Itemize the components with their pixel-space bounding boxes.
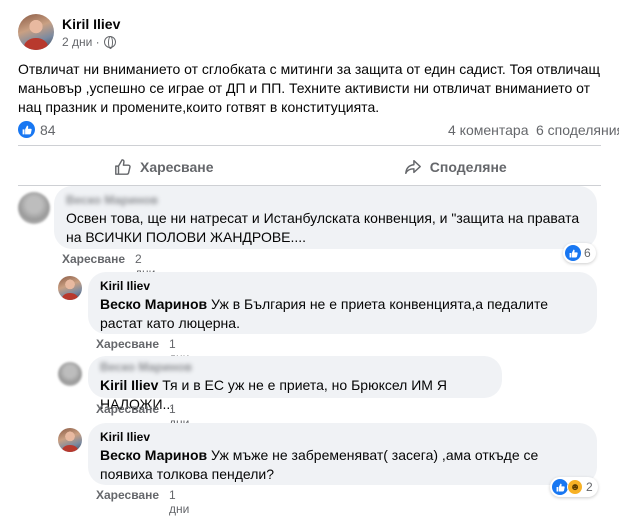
comment-bubble: Kiril Iliev Веско Маринов Уж в България … [88,272,597,334]
author-name[interactable]: Kiril Iliev [62,16,120,32]
haha-reaction-icon: ☻ [567,479,583,495]
comment-bubble: Kiril Iliev Веско Маринов Уж мъже не заб… [88,423,597,485]
reaction-summary[interactable]: 84 [18,121,56,138]
reaction-count: 84 [40,121,56,138]
commenter-name[interactable]: Kiril Iliev [100,279,585,293]
mention-tag[interactable]: Kiril Iliev [100,377,158,393]
commenter-name[interactable]: Веско Маринов [100,360,490,374]
like-reaction-icon [565,245,581,261]
post-time[interactable]: 2 дни · [62,35,100,49]
share-button[interactable]: Споделяне [310,151,602,183]
mention-tag[interactable]: Веско Маринов [100,296,207,312]
comment-text: Веско Маринов Уж в България не е приета … [100,295,585,333]
commenter-avatar[interactable] [58,428,82,452]
shares-count[interactable]: 6 споделяния [536,122,619,138]
comment-text: Освен това, ще ни натресат и Истанбулска… [66,210,580,245]
comment-text: Веско Маринов Уж мъже не забременяват( з… [100,446,585,484]
mention-tag[interactable]: Веско Маринов [100,447,207,463]
share-arrow-icon [404,159,421,175]
post-header: Kiril Iliev 2 дни · [18,12,120,52]
comments-count[interactable]: 4 коментара [448,122,529,138]
comment-bubble: Веско Маринов Освен това, ще ни натресат… [54,186,597,249]
commenter-avatar[interactable] [58,276,82,300]
facebook-post: Kiril Iliev 2 дни · Отвличат ни внимание… [0,0,619,532]
divider [18,145,601,146]
reaction-count: 2 [586,480,593,494]
post-text: Отвличат ни вниманието от сглобката с ми… [18,61,600,115]
reaction-count: 6 [584,246,591,260]
like-reaction-icon [18,121,35,138]
commenter-avatar[interactable] [58,362,82,386]
author-info: Kiril Iliev 2 дни · [62,16,120,49]
comment-reactions[interactable]: ☻ 2 [550,477,598,497]
comment-reactions[interactable]: 6 [563,243,596,263]
like-button[interactable]: Харесване [18,151,310,183]
comment-footer: Харесване 1 дни [96,488,189,516]
post-actions: Харесване Споделяне [18,151,601,183]
thumbs-up-icon [115,159,131,175]
author-avatar[interactable] [18,14,54,50]
comment-time[interactable]: 1 дни [169,488,189,516]
post-meta: 2 дни · [62,35,120,49]
comment-bubble: Веско Маринов Kiril Iliev Тя и в ЕС уж н… [88,356,502,412]
comment-like-link[interactable]: Харесване [96,488,159,516]
like-label: Харесване [139,159,214,175]
share-label: Споделяне [429,159,507,175]
commenter-name[interactable]: Веско Маринов [66,193,585,207]
globe-icon [103,35,116,49]
engagement-counts: 84 4 коментара 6 споделяния [18,120,619,140]
commenter-name[interactable]: Kiril Iliev [100,430,585,444]
commenter-avatar[interactable] [18,192,50,224]
like-reaction-icon [552,479,568,495]
